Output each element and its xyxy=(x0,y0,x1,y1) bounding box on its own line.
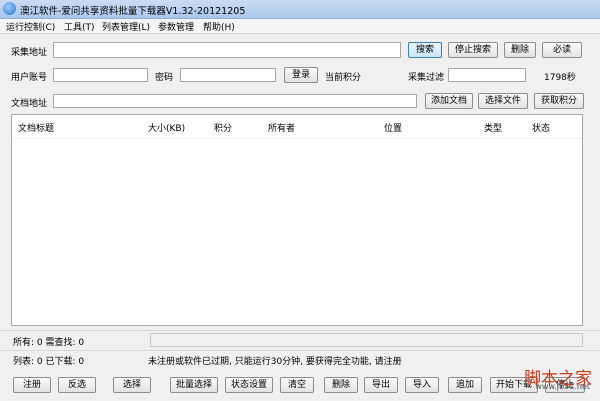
doc-address-input[interactable] xyxy=(53,94,417,108)
export-button[interactable]: 导出 xyxy=(364,377,398,393)
header-separator xyxy=(12,138,582,139)
status-settings-button[interactable]: 状态设置 xyxy=(225,377,273,393)
title-bar: 澳江软件-爱问共享资料批量下载器V1.32-20121205 xyxy=(0,0,600,19)
col-location[interactable]: 位置 xyxy=(384,121,402,134)
watermark-url: www.jb51.net xyxy=(535,382,590,391)
delete-button[interactable]: 删除 xyxy=(504,42,536,58)
status-divider xyxy=(0,330,600,331)
menu-run-control[interactable]: 运行控制(C) xyxy=(6,20,55,33)
clear-button[interactable]: 清空 xyxy=(280,377,314,393)
window-title: 澳江软件-爱问共享资料批量下载器V1.32-20121205 xyxy=(20,6,246,17)
batch-select-button[interactable]: 批量选择 xyxy=(170,377,218,393)
invert-select-button[interactable]: 反选 xyxy=(58,377,96,393)
login-button[interactable]: 登录 xyxy=(284,67,318,83)
status-list: 列表: 0 已下载: 0 xyxy=(13,357,85,367)
current-points-label: 当前积分 xyxy=(325,73,362,83)
user-account-input[interactable] xyxy=(53,68,148,82)
menu-tools[interactable]: 工具(T) xyxy=(64,20,95,33)
document-list[interactable]: 文档标题 大小(KB) 积分 所有者 位置 类型 状态 xyxy=(11,114,583,326)
register-button[interactable]: 注册 xyxy=(13,377,51,393)
col-points[interactable]: 积分 xyxy=(214,121,232,134)
menu-list-manage[interactable]: 列表管理(L) xyxy=(102,20,150,33)
collect-filter-label: 采集过滤 xyxy=(408,73,445,83)
status-total: 所有: 0 需查找: 0 xyxy=(13,338,85,348)
user-account-label: 用户账号 xyxy=(11,73,48,83)
app-icon xyxy=(3,2,16,15)
collect-address-label: 采集地址 xyxy=(11,48,48,58)
append-button[interactable]: 追加 xyxy=(448,377,482,393)
delete-list-button[interactable]: 删除 xyxy=(324,377,358,393)
stop-search-button[interactable]: 停止搜索 xyxy=(448,42,498,58)
select-button[interactable]: 选择 xyxy=(113,377,151,393)
doc-address-label: 文档地址 xyxy=(11,99,48,109)
register-message: 未注册或软件已过期, 只能运行30分钟, 要获得完全功能, 请注册 xyxy=(148,357,402,367)
col-status[interactable]: 状态 xyxy=(532,121,550,134)
menu-bar: 运行控制(C) 工具(T) 列表管理(L) 参数管理 帮助(H) xyxy=(0,19,600,34)
select-file-button[interactable]: 选择文件 xyxy=(478,93,528,109)
col-doc-title[interactable]: 文档标题 xyxy=(18,121,54,134)
must-read-button[interactable]: 必读 xyxy=(542,42,582,58)
password-label: 密码 xyxy=(155,73,174,83)
collect-filter-input[interactable] xyxy=(448,68,526,82)
menu-param-manage[interactable]: 参数管理 xyxy=(158,20,194,33)
get-points-button[interactable]: 获取积分 xyxy=(534,93,584,109)
search-button[interactable]: 搜索 xyxy=(408,42,442,58)
import-button[interactable]: 导入 xyxy=(405,377,439,393)
col-owner[interactable]: 所有者 xyxy=(268,121,295,134)
col-size[interactable]: 大小(KB) xyxy=(148,121,185,134)
collect-address-input[interactable] xyxy=(53,42,401,58)
add-document-button[interactable]: 添加文档 xyxy=(425,93,473,109)
progress-bar xyxy=(150,333,583,347)
password-input[interactable] xyxy=(180,68,276,82)
timer-value: 1798秒 xyxy=(544,73,576,83)
col-type[interactable]: 类型 xyxy=(484,121,502,134)
status-divider-2 xyxy=(0,350,600,351)
menu-help[interactable]: 帮助(H) xyxy=(203,20,235,33)
app-window: 澳江软件-爱问共享资料批量下载器V1.32-20121205 运行控制(C) 工… xyxy=(0,0,600,401)
